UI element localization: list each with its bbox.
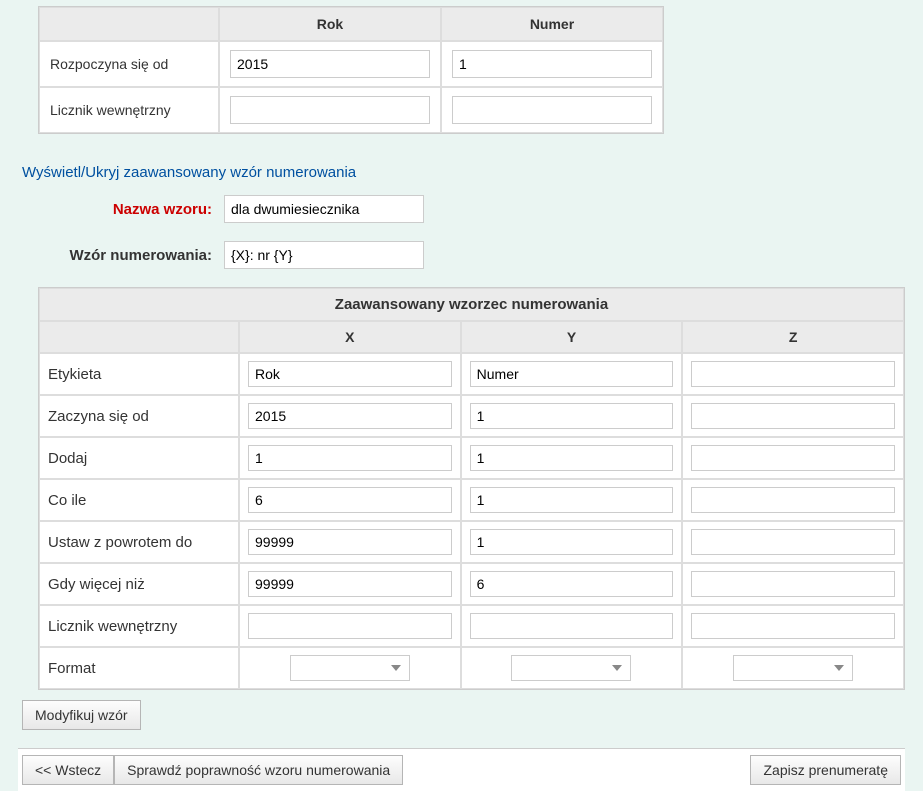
- back-button[interactable]: << Wstecz: [22, 755, 114, 785]
- bottom-action-bar: << Wstecz Sprawdź poprawność wzoru numer…: [18, 748, 905, 791]
- adv-col-y-header: Y: [461, 321, 683, 353]
- validate-pattern-button[interactable]: Sprawdź poprawność wzoru numerowania: [114, 755, 403, 785]
- adv-zaczyna-x-input[interactable]: [248, 403, 452, 429]
- adv-licznik-x-input[interactable]: [248, 613, 452, 639]
- inner-counter-rok-input[interactable]: [230, 96, 430, 124]
- adv-row-etykieta: Etykieta: [39, 353, 904, 395]
- adv-ustaw-x-input[interactable]: [248, 529, 452, 555]
- adv-ustaw-z-input[interactable]: [691, 529, 895, 555]
- col-numer-header: Numer: [441, 7, 663, 41]
- blank-header-cell: [39, 7, 219, 41]
- adv-row-zaczyna: Zaczyna się od: [39, 395, 904, 437]
- numbering-pattern-label: Wzór numerowania:: [22, 247, 212, 264]
- starts-from-numer-input[interactable]: [452, 50, 652, 78]
- adv-row-label: Etykieta: [39, 353, 239, 395]
- adv-gdy-x-input[interactable]: [248, 571, 452, 597]
- adv-format-y-select[interactable]: [511, 655, 631, 681]
- adv-gdy-z-input[interactable]: [691, 571, 895, 597]
- adv-col-x-header: X: [239, 321, 461, 353]
- chevron-down-icon: [834, 665, 844, 671]
- adv-row-gdy: Gdy więcej niż: [39, 563, 904, 605]
- adv-coile-x-input[interactable]: [248, 487, 452, 513]
- pattern-name-label: Nazwa wzoru:: [22, 201, 212, 218]
- adv-format-z-select[interactable]: [733, 655, 853, 681]
- modify-pattern-button[interactable]: Modyfikuj wzór: [22, 700, 141, 730]
- adv-dodaj-z-input[interactable]: [691, 445, 895, 471]
- adv-etykieta-x-input[interactable]: [248, 361, 452, 387]
- adv-gdy-y-input[interactable]: [470, 571, 674, 597]
- adv-zaczyna-z-input[interactable]: [691, 403, 895, 429]
- inner-counter-numer-input[interactable]: [452, 96, 652, 124]
- chevron-down-icon: [391, 665, 401, 671]
- adv-row-label: Ustaw z powrotem do: [39, 521, 239, 563]
- adv-dodaj-x-input[interactable]: [248, 445, 452, 471]
- adv-etykieta-y-input[interactable]: [470, 361, 674, 387]
- toggle-advanced-link[interactable]: Wyświetl/Ukryj zaawansowany wzór numerow…: [22, 164, 905, 181]
- adv-dodaj-y-input[interactable]: [470, 445, 674, 471]
- row-inner-counter-label: Licznik wewnętrzny: [39, 87, 219, 133]
- adv-row-format: Format: [39, 647, 904, 689]
- adv-coile-z-input[interactable]: [691, 487, 895, 513]
- adv-row-label: Dodaj: [39, 437, 239, 479]
- numbering-pattern-input[interactable]: [224, 241, 424, 269]
- adv-zaczyna-y-input[interactable]: [470, 403, 674, 429]
- adv-row-coile: Co ile: [39, 479, 904, 521]
- adv-row-ustaw: Ustaw z powrotem do: [39, 521, 904, 563]
- adv-col-z-header: Z: [682, 321, 904, 353]
- row-starts-from-label: Rozpoczyna się od: [39, 41, 219, 87]
- adv-etykieta-z-input[interactable]: [691, 361, 895, 387]
- advanced-pattern-title: Zaawansowany wzorzec numerowania: [39, 288, 904, 321]
- save-subscription-button[interactable]: Zapisz prenumeratę: [750, 755, 901, 785]
- starts-from-rok-input[interactable]: [230, 50, 430, 78]
- adv-row-dodaj: Dodaj: [39, 437, 904, 479]
- adv-row-label: Co ile: [39, 479, 239, 521]
- adv-row-label: Zaczyna się od: [39, 395, 239, 437]
- adv-row-licznik: Licznik wewnętrzny: [39, 605, 904, 647]
- chevron-down-icon: [612, 665, 622, 671]
- advanced-pattern-table: Zaawansowany wzorzec numerowania X Y Z E…: [38, 287, 905, 690]
- adv-row-label: Licznik wewnętrzny: [39, 605, 239, 647]
- pattern-name-input[interactable]: [224, 195, 424, 223]
- adv-format-x-select[interactable]: [290, 655, 410, 681]
- adv-licznik-y-input[interactable]: [470, 613, 674, 639]
- adv-licznik-z-input[interactable]: [691, 613, 895, 639]
- adv-ustaw-y-input[interactable]: [470, 529, 674, 555]
- adv-row-label: Format: [39, 647, 239, 689]
- starts-from-table: Rok Numer Rozpoczyna się od Licznik wewn…: [38, 6, 664, 134]
- col-rok-header: Rok: [219, 7, 441, 41]
- adv-coile-y-input[interactable]: [470, 487, 674, 513]
- adv-blank-header: [39, 321, 239, 353]
- adv-row-label: Gdy więcej niż: [39, 563, 239, 605]
